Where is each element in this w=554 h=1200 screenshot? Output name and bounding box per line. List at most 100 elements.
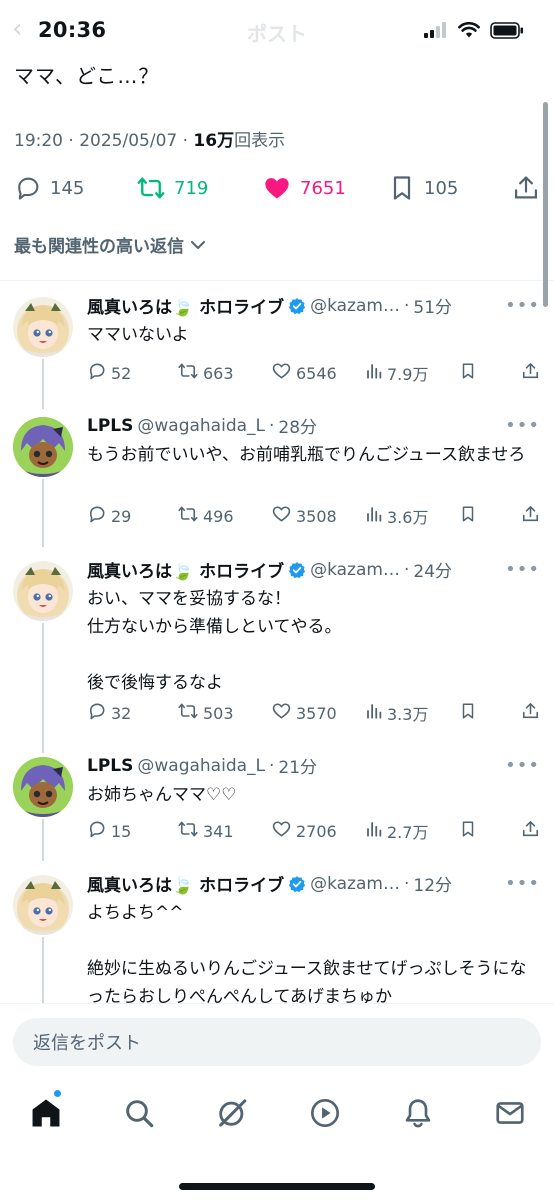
more-options-icon[interactable]: ••• <box>505 873 540 894</box>
post-share-button[interactable] <box>512 174 540 202</box>
bookmark-icon <box>459 361 477 385</box>
reply-author-name[interactable]: 風真いろは🍃 ホロライブ <box>87 871 284 896</box>
reply-time: 51分 <box>413 298 453 318</box>
repost-count: 496 <box>203 506 234 526</box>
reply-reply-button[interactable]: 15 <box>87 819 131 843</box>
reply-composer: 返信をポスト <box>0 1003 554 1079</box>
views-icon <box>365 361 383 385</box>
reply-like-button[interactable]: 3570 <box>271 701 337 725</box>
reply-handle[interactable]: @kazam… <box>310 296 400 316</box>
views-icon <box>365 819 383 843</box>
thread-line <box>42 479 44 547</box>
reply-dot: · <box>403 559 410 580</box>
avatar[interactable] <box>13 417 73 477</box>
reply-sort-dropdown[interactable]: 最も関連性の高い返信 <box>14 232 208 257</box>
reply-bookmark-button[interactable] <box>459 819 477 843</box>
tab-video[interactable] <box>307 1095 343 1131</box>
reply-views-button[interactable]: 3.6万 <box>365 504 428 528</box>
reply-views-button[interactable]: 2.7万 <box>365 819 428 843</box>
reply-item[interactable]: LPLS @wagahaida_L · 28分 ••• もうお前でいいや、お前哺… <box>0 401 554 547</box>
reply-bookmark-button[interactable] <box>459 701 477 725</box>
views-count: 3.6万 <box>387 508 429 527</box>
thread-line <box>42 623 44 753</box>
post-repost-button[interactable]: 719 <box>136 174 208 202</box>
reply-bookmark-button[interactable] <box>459 361 477 385</box>
heart-icon <box>271 504 292 528</box>
verified-badge-icon <box>288 875 306 892</box>
more-options-icon[interactable]: ••• <box>505 755 540 776</box>
reply-views-button[interactable]: 3.3万 <box>365 701 428 725</box>
tab-grok[interactable] <box>214 1095 250 1131</box>
reply-count: 29 <box>111 506 132 526</box>
more-options-icon[interactable]: ••• <box>505 415 540 436</box>
post-reply-button[interactable]: 145 <box>14 174 84 202</box>
reply-count: 52 <box>111 363 132 383</box>
post-bookmark-button[interactable]: 105 <box>388 173 458 203</box>
post-bookmark-count: 105 <box>424 177 459 199</box>
reply-item[interactable]: 風真いろは🍃 ホロライブ @kazam… · 12分 ••• よちよち^^ 絶妙… <box>0 859 554 1003</box>
post-like-button[interactable]: 7651 <box>262 174 346 202</box>
heart-icon <box>271 701 292 725</box>
tab-notifications[interactable] <box>400 1095 436 1131</box>
more-options-icon[interactable]: ••• <box>505 295 540 316</box>
avatar[interactable] <box>13 297 73 357</box>
heart-filled-icon <box>265 178 289 199</box>
reply-like-button[interactable]: 2706 <box>271 819 337 843</box>
chevron-down-icon <box>191 240 205 249</box>
reply-text: もうお前でいいや、お前哺乳瓶でりんごジュース飲ませろ <box>87 445 526 465</box>
reply-reply-button[interactable]: 52 <box>87 361 131 385</box>
views-icon <box>365 504 383 528</box>
reply-handle[interactable]: @wagahaida_L <box>137 756 265 776</box>
reply-repost-button[interactable]: 503 <box>177 701 234 725</box>
avatar[interactable] <box>13 561 73 621</box>
notifications-icon <box>405 1099 431 1128</box>
scrollbar-thumb[interactable] <box>543 102 548 307</box>
reply-repost-button[interactable]: 496 <box>177 504 234 528</box>
reply-repost-button[interactable]: 341 <box>177 819 234 843</box>
reply-views-button[interactable]: 7.9万 <box>365 361 428 385</box>
avatar[interactable] <box>13 757 73 817</box>
home-icon <box>32 1099 60 1127</box>
reply-item[interactable]: 風真いろは🍃 ホロライブ @kazam… · 51分 ••• ママいないよ 52… <box>0 281 554 409</box>
reply-item[interactable]: LPLS @wagahaida_L · 21分 ••• お姉ちゃんママ♡♡ 15… <box>0 741 554 861</box>
reply-like-button[interactable]: 6546 <box>271 361 337 385</box>
signal-icon <box>424 22 446 38</box>
reply-handle[interactable]: @kazam… <box>310 874 400 894</box>
reply-reply-button[interactable]: 32 <box>87 701 131 725</box>
reply-time: 28分 <box>278 418 318 438</box>
reply-dot: · <box>269 415 275 436</box>
reply-count: 15 <box>111 821 132 841</box>
reply-bookmark-button[interactable] <box>459 504 477 528</box>
status-icons <box>424 21 524 39</box>
tab-home[interactable] <box>28 1095 64 1131</box>
reply-author-name[interactable]: LPLS <box>87 416 133 436</box>
reply-author-name[interactable]: 風真いろは🍃 ホロライブ <box>87 557 284 582</box>
reply-time: 21分 <box>278 758 318 778</box>
video-icon <box>311 1099 339 1127</box>
reply-share-button[interactable] <box>521 504 540 528</box>
reply-share-button[interactable] <box>521 361 540 385</box>
reply-time: 24分 <box>413 562 453 582</box>
views-icon <box>365 701 383 725</box>
reply-reply-button[interactable]: 29 <box>87 504 131 528</box>
reply-author-name[interactable]: LPLS <box>87 756 133 776</box>
tab-messages[interactable] <box>492 1095 528 1131</box>
reply-header: 風真いろは🍃 ホロライブ @kazam… · 24分 ••• <box>87 557 540 582</box>
more-options-icon[interactable]: ••• <box>505 559 540 580</box>
reply-handle[interactable]: @wagahaida_L <box>137 416 265 436</box>
reply-header: 風真いろは🍃 ホロライブ @kazam… · 12分 ••• <box>87 871 540 896</box>
views-count: 2.7万 <box>387 823 429 842</box>
share-icon <box>514 176 538 199</box>
reply-repost-button[interactable]: 663 <box>177 361 234 385</box>
reply-handle[interactable]: @kazam… <box>310 560 400 580</box>
reply-item[interactable]: 風真いろは🍃 ホロライブ @kazam… · 24分 ••• おい、ママを妥協す… <box>0 545 554 753</box>
reply-input[interactable]: 返信をポスト <box>13 1018 541 1066</box>
reply-like-button[interactable]: 3508 <box>271 504 337 528</box>
tab-search[interactable] <box>121 1095 157 1131</box>
reply-share-button[interactable] <box>521 701 540 725</box>
post-time: 19:20 <box>14 131 63 151</box>
avatar[interactable] <box>13 875 73 935</box>
reply-author-name[interactable]: 風真いろは🍃 ホロライブ <box>87 293 284 318</box>
reply-share-button[interactable] <box>521 819 540 843</box>
reply-text: よちよち^^ 絶妙に生ぬるいりんごジュース飲ませてげっぷしそうになったらおしりぺ… <box>87 903 527 1003</box>
